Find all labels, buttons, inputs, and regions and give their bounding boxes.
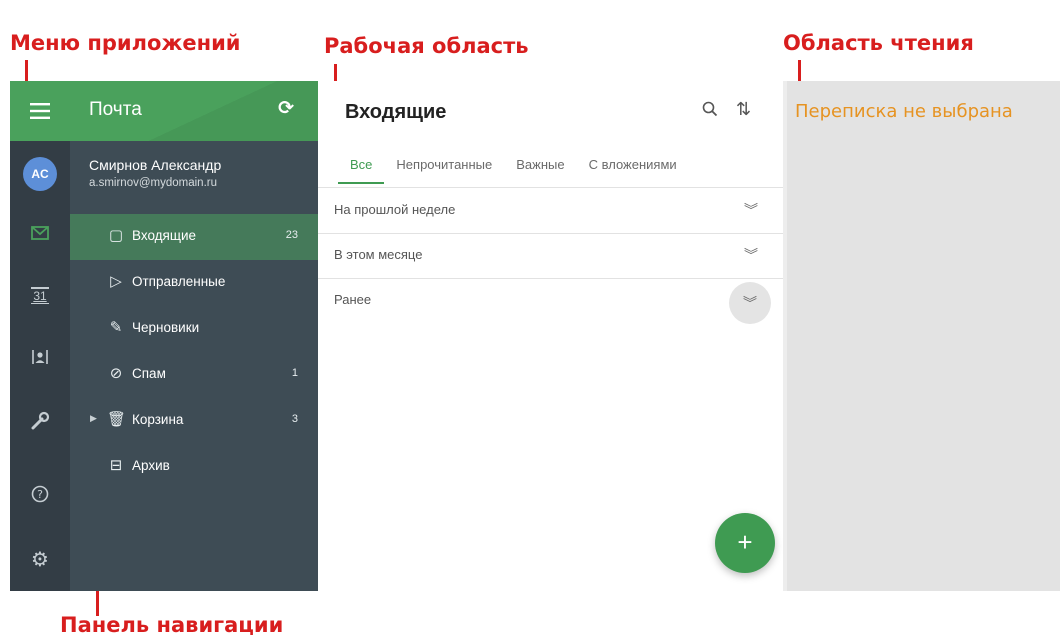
draft-icon: ✎ — [109, 319, 123, 336]
no-conversation-message: Переписка не выбрана — [795, 101, 1013, 122]
folder-label: Архив — [132, 458, 170, 473]
folder-drafts[interactable]: ✎ Черновики — [70, 306, 318, 352]
hamburger-icon — [30, 103, 50, 119]
app-title: Почта — [89, 99, 142, 120]
search-icon[interactable] — [702, 101, 718, 122]
apps-menu-button[interactable] — [10, 81, 70, 141]
trash-icon: 🗑 — [107, 411, 127, 428]
work-area: Входящие ⇅ Все Непрочитанные Важные С вл… — [318, 81, 783, 591]
mail-icon[interactable] — [10, 224, 70, 245]
group-label: Ранее — [334, 292, 372, 307]
tab-important[interactable]: Важные — [504, 157, 576, 184]
folder-label: Входящие — [132, 228, 197, 243]
spam-icon: ⊘ — [109, 365, 123, 382]
reading-area: Переписка не выбрана — [787, 81, 1060, 591]
group-last-week[interactable]: На прошлой неделе ︾ — [318, 188, 783, 234]
calendar-icon[interactable]: 31 — [10, 287, 70, 304]
expand-group-icon[interactable]: ︾ — [739, 243, 763, 267]
folder-inbox[interactable]: ▢ Входящие 23 — [70, 214, 318, 260]
expand-arrow-icon[interactable]: ▶ — [90, 413, 97, 424]
folder-trash[interactable]: ▶ 🗑 Корзина 3 — [70, 398, 318, 444]
navigation-panel: Почта ⟳ Смирнов Александр a.smirnov@mydo… — [70, 81, 318, 591]
annotation-nav-panel: Панель навигации — [60, 613, 284, 637]
tab-unread[interactable]: Непрочитанные — [384, 157, 504, 184]
settings-icon[interactable]: ⚙ — [10, 547, 70, 572]
expand-group-icon[interactable]: ︾ — [729, 282, 771, 324]
app-rail: AC 31 ? ⚙ — [10, 81, 70, 591]
folder-label: Черновики — [132, 320, 200, 335]
folder-list: ▢ Входящие 23 ▷ Отправленные ✎ Черновики… — [70, 214, 318, 490]
folder-spam[interactable]: ⊘ Спам 1 — [70, 352, 318, 398]
group-earlier[interactable]: Ранее ︾ — [318, 278, 783, 324]
user-info: Смирнов Александр a.smirnov@mydomain.ru — [89, 157, 221, 189]
expand-group-icon[interactable]: ︾ — [739, 198, 763, 222]
help-icon[interactable]: ? — [10, 485, 70, 508]
mail-app: AC 31 ? ⚙ Почта ⟳ Смирнов Александр a.sm… — [10, 81, 1060, 591]
user-name: Смирнов Александр — [89, 157, 222, 173]
folder-title: Входящие — [345, 101, 447, 123]
nav-header: Почта ⟳ — [70, 81, 318, 141]
annotation-work-area: Рабочая область — [324, 34, 529, 58]
svg-text:?: ? — [37, 488, 43, 501]
refresh-icon[interactable]: ⟳ — [278, 97, 294, 120]
group-label: В этом месяце — [334, 247, 423, 262]
compose-button[interactable]: + — [715, 513, 775, 573]
folder-count: 23 — [285, 229, 298, 241]
user-email: a.smirnov@mydomain.ru — [89, 177, 217, 189]
annotation-apps-menu: Меню приложений — [10, 31, 241, 55]
group-label: На прошлой неделе — [334, 202, 456, 217]
folder-label: Отправленные — [132, 274, 226, 289]
inbox-icon: ▢ — [108, 227, 124, 244]
avatar[interactable]: AC — [23, 157, 57, 191]
folder-archive[interactable]: ⊟ Архив — [70, 444, 318, 490]
filter-tabs: Все Непрочитанные Важные С вложениями — [338, 157, 689, 184]
folder-sent[interactable]: ▷ Отправленные — [70, 260, 318, 306]
folder-count: 3 — [291, 413, 298, 425]
archive-icon: ⊟ — [109, 457, 123, 474]
folder-count: 1 — [291, 367, 298, 379]
wrench-icon[interactable] — [10, 411, 70, 436]
sort-icon[interactable]: ⇅ — [736, 99, 751, 120]
calendar-icon-day: 31 — [31, 287, 49, 304]
group-this-month[interactable]: В этом месяце ︾ — [318, 233, 783, 279]
tab-all[interactable]: Все — [338, 157, 385, 184]
send-icon: ▷ — [110, 273, 122, 290]
annotation-reading-area: Область чтения — [783, 31, 974, 55]
tab-attachments[interactable]: С вложениями — [577, 157, 689, 184]
folder-label: Спам — [132, 366, 166, 381]
folder-label: Корзина — [132, 412, 184, 427]
contacts-icon[interactable] — [10, 349, 70, 370]
